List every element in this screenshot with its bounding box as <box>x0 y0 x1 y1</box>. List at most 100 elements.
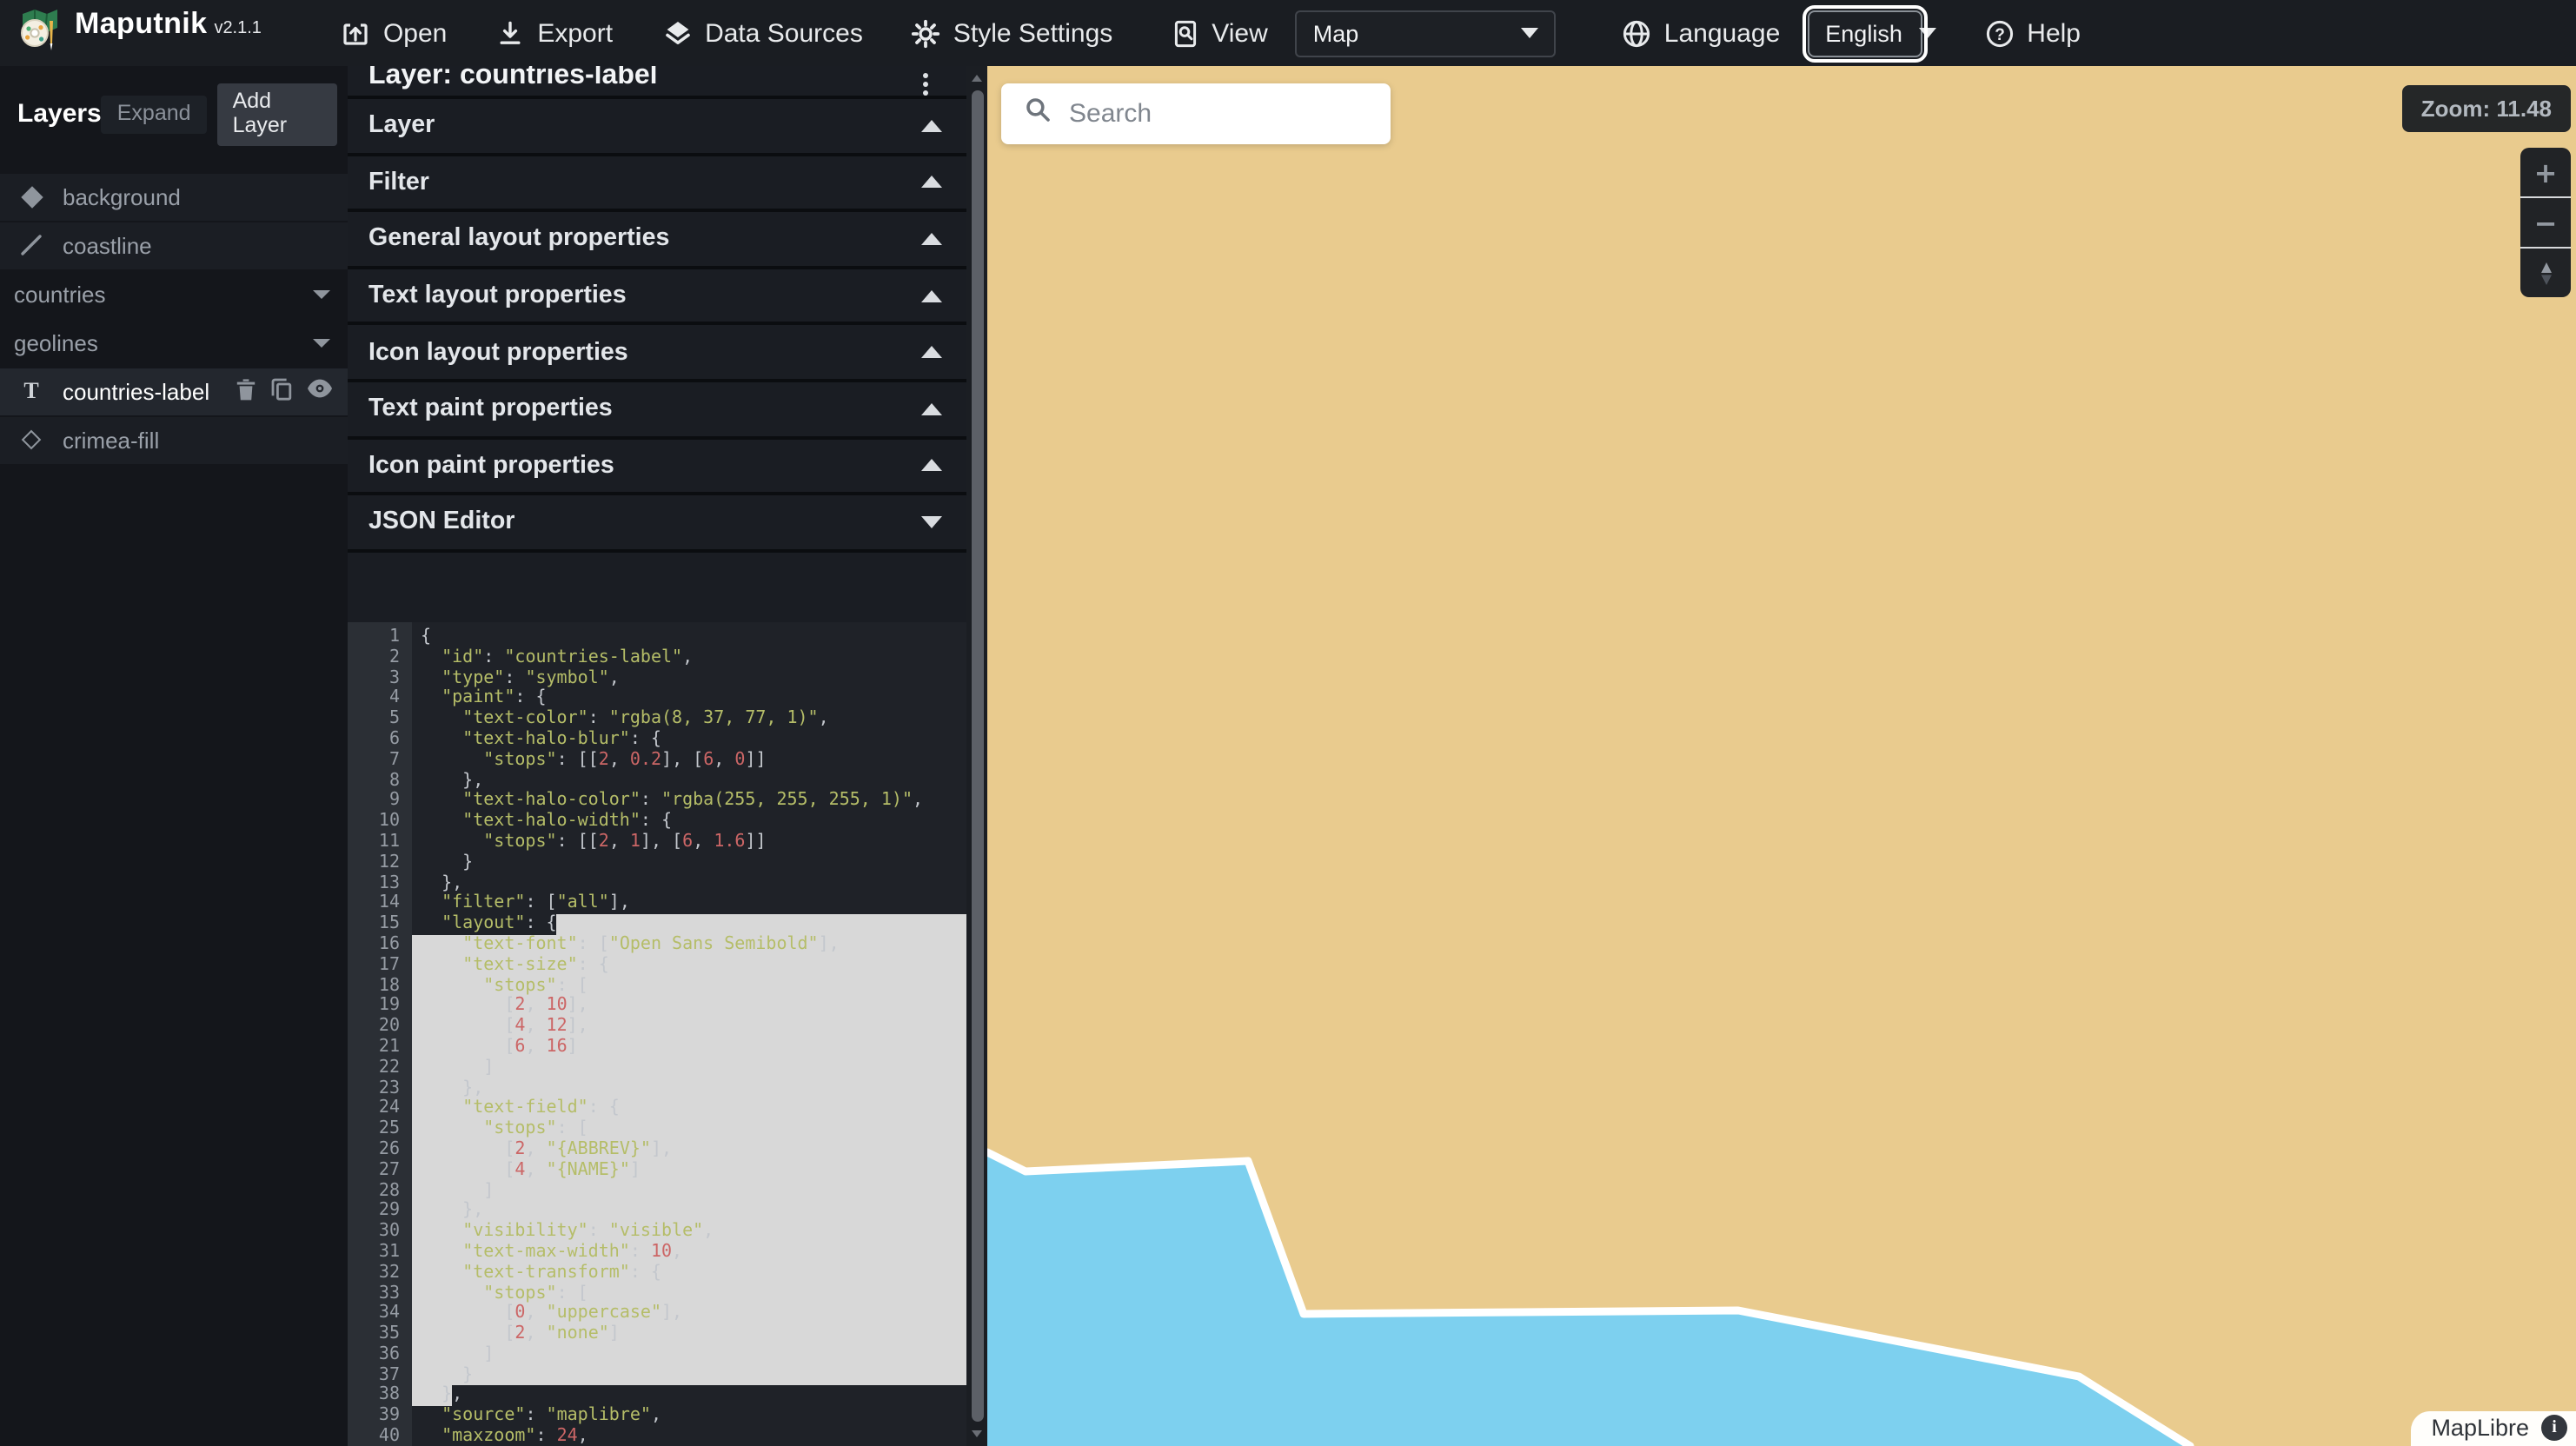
code-line: "type": "symbol", <box>412 668 966 689</box>
menu-item-label: Export <box>537 18 613 48</box>
view-icon <box>1172 18 1199 48</box>
section-json-editor[interactable]: JSON Editor <box>348 495 966 552</box>
code-line: [4, 12], <box>412 1017 966 1038</box>
language-control: Language English <box>1623 10 1923 56</box>
code-line: "text-max-width": 10, <box>412 1243 966 1264</box>
code-line: "paint": { <box>412 689 966 710</box>
section-text-paint-properties[interactable]: Text paint properties <box>348 382 966 439</box>
style-settings-menu-item[interactable]: Style Settings <box>912 18 1112 48</box>
attribution-link[interactable]: MapLibre <box>2431 1414 2529 1440</box>
chevron-down-icon <box>313 338 330 347</box>
code-line: "text-halo-blur": { <box>412 730 966 751</box>
expand-icon <box>921 289 942 302</box>
code-line: } <box>412 1365 966 1386</box>
compass-button[interactable] <box>2520 247 2571 297</box>
help-menu-item[interactable]: ? Help <box>1985 18 2081 48</box>
code-line: "stops": [ <box>412 1283 966 1304</box>
kebab-menu-icon[interactable] <box>923 73 928 96</box>
layer-item-coastline[interactable]: coastline <box>0 222 348 269</box>
code-line: "stops": [[2, 0.2], [6, 0]] <box>412 751 966 772</box>
data-sources-icon <box>661 18 693 48</box>
language-select-value: English <box>1825 20 1902 46</box>
section-icon-layout-properties[interactable]: Icon layout properties <box>348 326 966 382</box>
layer-item-countries-label[interactable]: Tcountries-label <box>0 368 348 415</box>
menu-item-label: Style Settings <box>953 18 1112 48</box>
water-polygon <box>987 1152 2190 1446</box>
data-sources-menu-item[interactable]: Data Sources <box>661 18 863 48</box>
visibility-icon[interactable] <box>306 377 334 405</box>
scrollbar-thumb[interactable] <box>971 90 983 1422</box>
toolbar-menu: Open Export Data Sources Style Settings <box>342 18 1112 48</box>
code-line: "layout": { <box>412 914 966 935</box>
layer-list: background coastline countriesgeolinesTcou… <box>0 173 348 463</box>
json-editor-gutter: 1234567891011121314151617181920212223242… <box>348 622 412 1446</box>
code-line: "source": "maplibre", <box>412 1407 966 1428</box>
code-line: "text-transform": { <box>412 1263 966 1283</box>
layers-panel: Layers Expand Add Layer backgroundcoastl… <box>0 66 348 1446</box>
expand-icon <box>921 346 942 358</box>
layer-group-geolines[interactable]: geolines <box>0 319 348 366</box>
style-settings-icon <box>912 18 941 48</box>
code-line: "text-field": { <box>412 1099 966 1120</box>
delete-icon[interactable] <box>235 376 257 406</box>
expand-icon <box>921 176 942 189</box>
code-line: "text-halo-color": "rgba(255, 255, 255, … <box>412 792 966 813</box>
panel-scrollbar[interactable] <box>966 66 987 1446</box>
search-icon <box>1024 96 1052 132</box>
collapse-icon <box>921 516 942 528</box>
code-line: [6, 16] <box>412 1038 966 1058</box>
section-icon-paint-properties[interactable]: Icon paint properties <box>348 439 966 495</box>
section-label: JSON Editor <box>368 508 515 536</box>
map-navigation-controls: + − <box>2520 148 2571 297</box>
layer-item-label: background <box>63 183 334 209</box>
code-line: [2, "{ABBREV}"], <box>412 1140 966 1161</box>
code-line: }, <box>412 1078 966 1099</box>
view-select[interactable]: Map <box>1296 10 1557 56</box>
code-line: [0, "uppercase"], <box>412 1304 966 1325</box>
app-logo: Maputnik v2.1.1 <box>17 6 262 60</box>
language-select[interactable]: English <box>1808 10 1922 56</box>
layer-group-countries[interactable]: countries <box>0 270 348 317</box>
code-line: }, <box>412 873 966 894</box>
add-layer-button[interactable]: Add Layer <box>217 83 337 145</box>
menu-item-label: Open <box>383 18 447 48</box>
expand-icon <box>921 120 942 132</box>
info-icon[interactable]: i <box>2541 1414 2567 1440</box>
text-icon: T <box>17 377 45 405</box>
scrollbar-up-arrow-icon[interactable] <box>972 75 982 82</box>
property-sections: LayerFilterGeneral layout propertiesText… <box>348 99 966 553</box>
expand-icon <box>921 403 942 415</box>
map-canvas[interactable]: Zoom: 11.48 + − MapLibre i <box>987 66 2576 1446</box>
expand-icon <box>921 460 942 472</box>
diamond-outline-icon <box>17 433 45 447</box>
view-label: View <box>1212 18 1268 48</box>
code-line: ] <box>412 1345 966 1366</box>
open-menu-item[interactable]: Open <box>342 18 447 48</box>
open-icon <box>342 18 371 48</box>
scrollbar-down-arrow-icon[interactable] <box>972 1430 982 1437</box>
compass-icon <box>2533 260 2558 286</box>
export-menu-item[interactable]: Export <box>495 18 613 48</box>
section-text-layout-properties[interactable]: Text layout properties <box>348 269 966 326</box>
section-general-layout-properties[interactable]: General layout properties <box>348 212 966 269</box>
code-line: "text-font": ["Open Sans Semibold"], <box>412 935 966 956</box>
diamond-fill-icon <box>17 189 45 204</box>
section-filter[interactable]: Filter <box>348 156 966 212</box>
code-line: [4, "{NAME}"] <box>412 1160 966 1181</box>
zoom-out-button[interactable]: − <box>2520 196 2571 247</box>
json-editor[interactable]: 1234567891011121314151617181920212223242… <box>348 622 966 1446</box>
layer-item-label: coastline <box>63 232 334 258</box>
map-search-box <box>1001 83 1391 144</box>
view-select-value: Map <box>1313 20 1359 46</box>
section-label: Text paint properties <box>368 395 613 423</box>
section-layer[interactable]: Layer <box>348 99 966 156</box>
layer-item-background[interactable]: background <box>0 173 348 220</box>
search-input[interactable] <box>1066 97 1361 130</box>
language-label: Language <box>1664 18 1781 48</box>
zoom-in-button[interactable]: + <box>2520 148 2571 196</box>
expand-icon <box>921 233 942 245</box>
expand-button[interactable]: Expand <box>102 96 207 134</box>
duplicate-icon[interactable] <box>269 376 294 406</box>
code-line: } <box>412 853 966 874</box>
layer-item-crimea-fill[interactable]: crimea-fill <box>0 416 348 463</box>
